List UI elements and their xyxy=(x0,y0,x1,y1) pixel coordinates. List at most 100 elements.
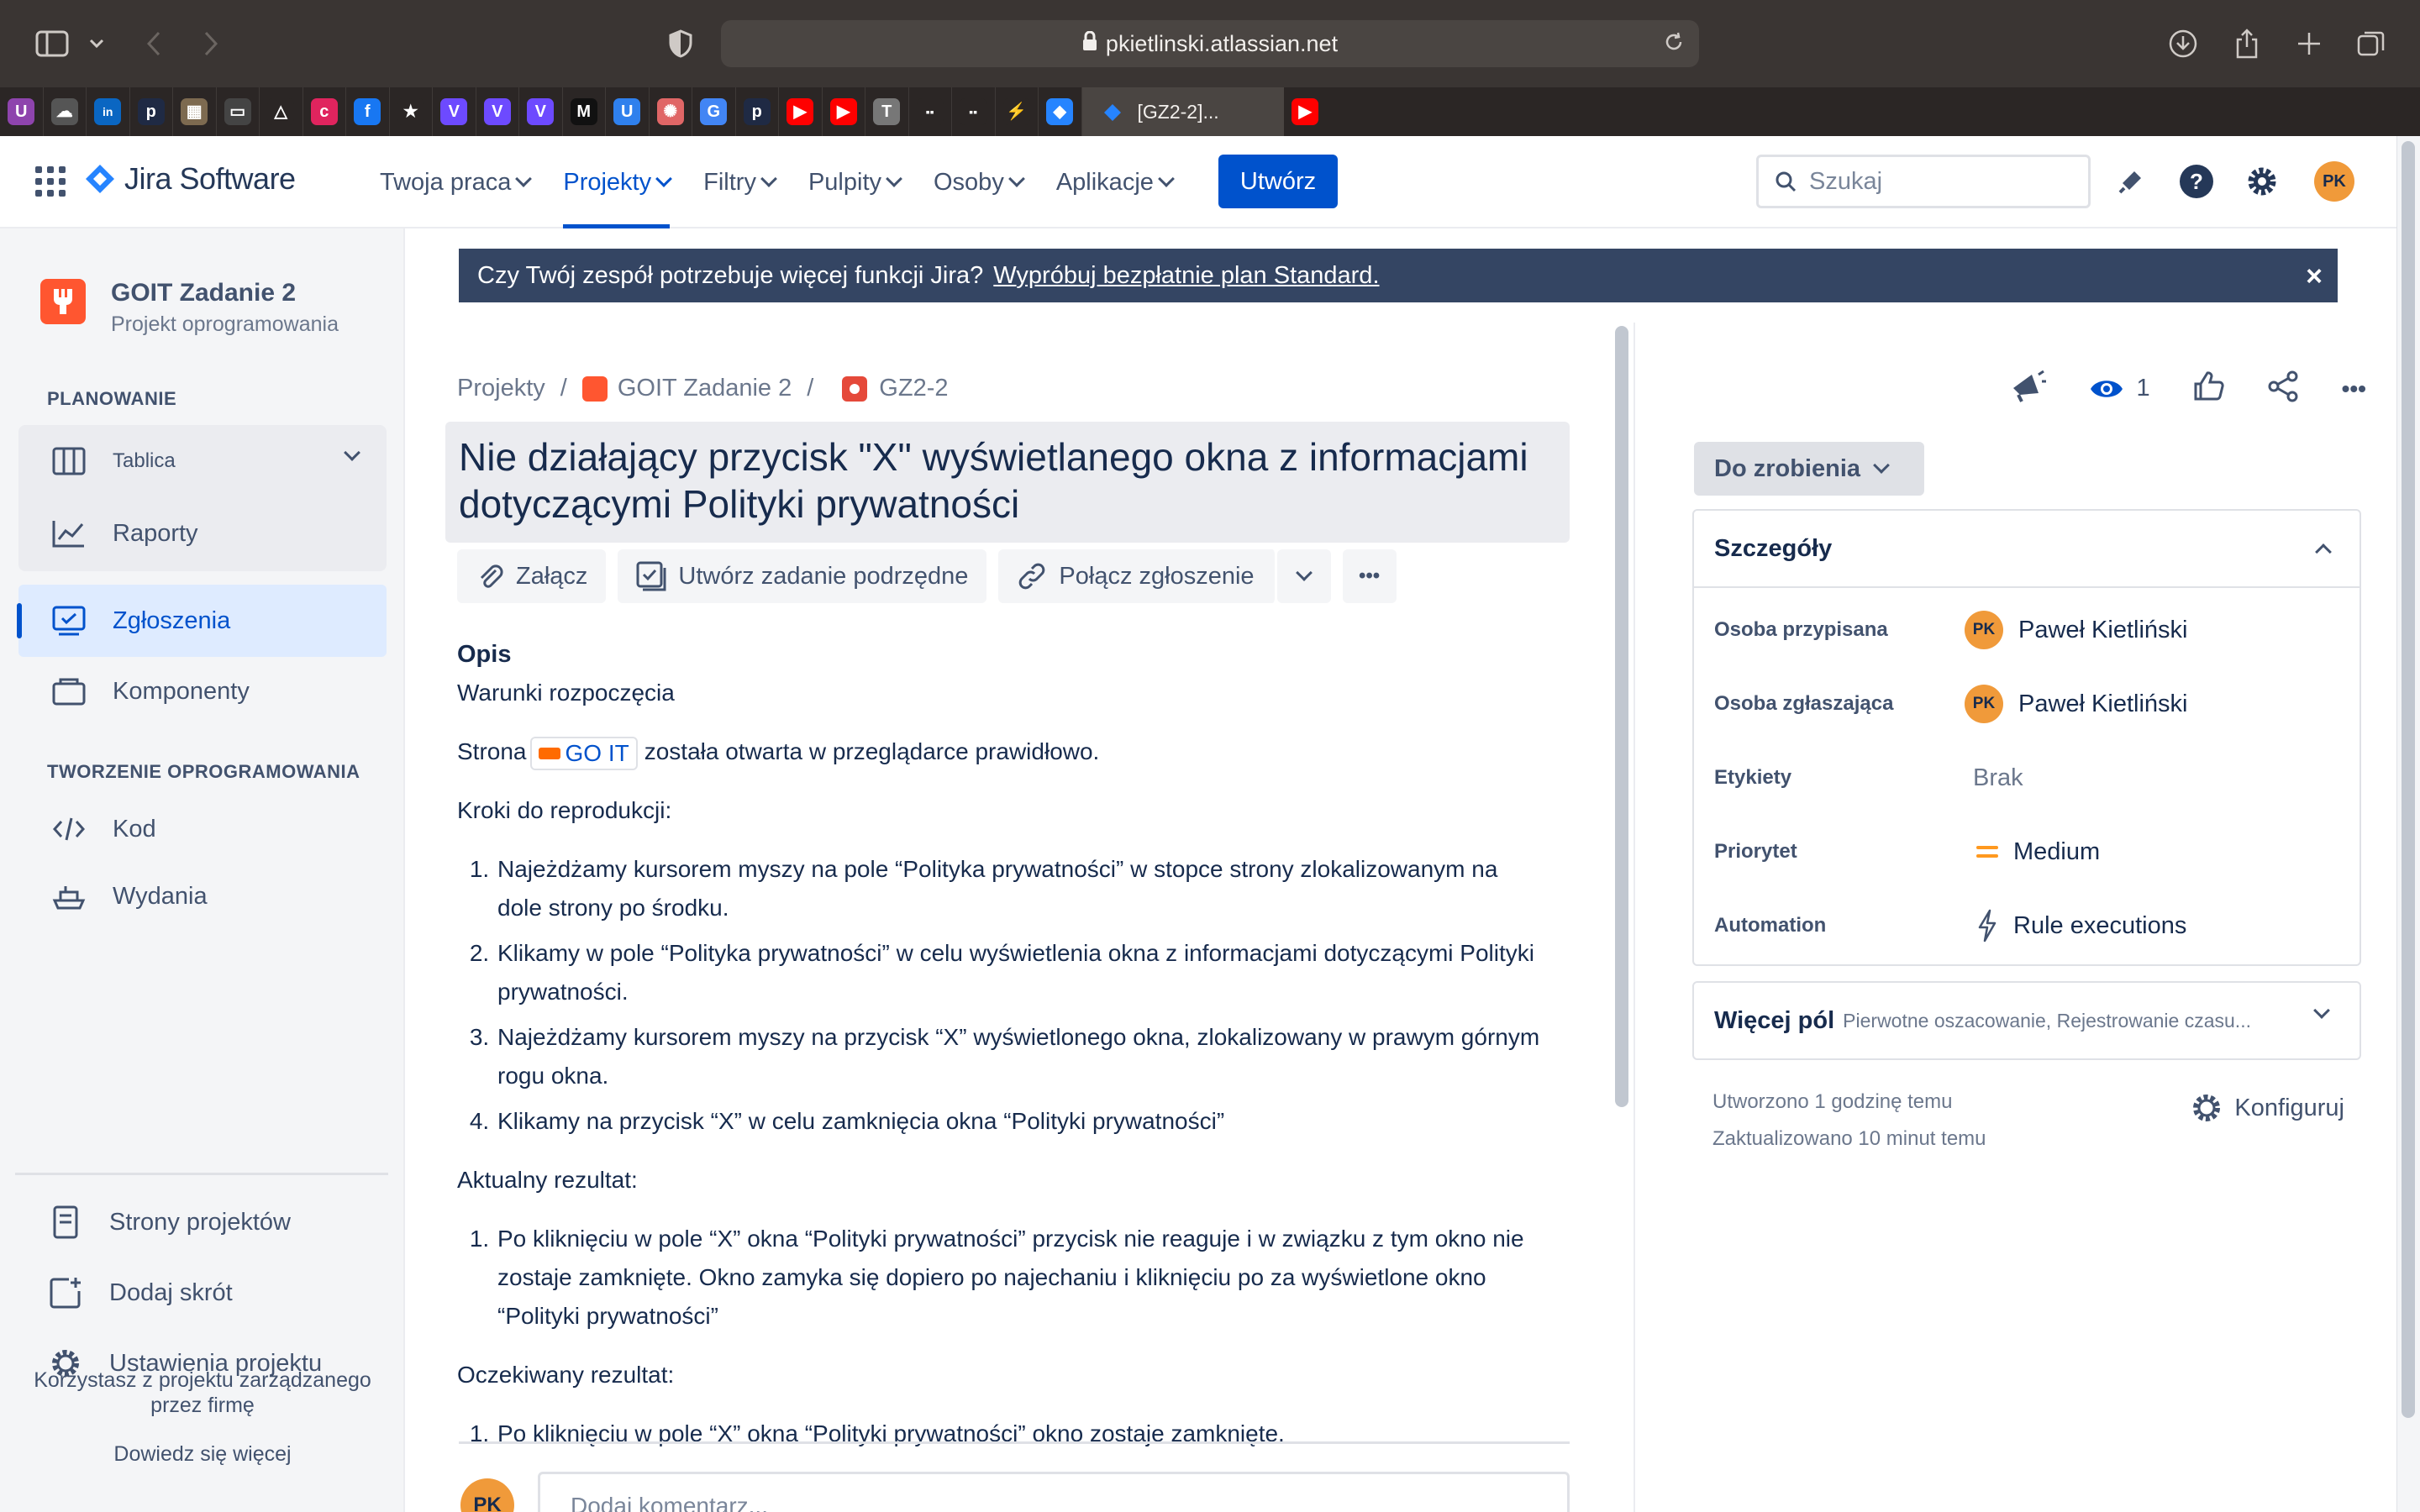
breadcrumb-projects[interactable]: Projekty xyxy=(457,375,545,402)
sidebar-item-board[interactable]: Tablica xyxy=(18,425,387,497)
create-button[interactable]: Utwórz xyxy=(1218,155,1338,208)
status-dropdown[interactable]: Do zrobienia xyxy=(1694,442,1924,496)
reporter-value[interactable]: PK Paweł Kietliński xyxy=(1965,685,2187,723)
favorite-jira-icon[interactable]: ◆ xyxy=(1039,87,1082,136)
link-issue-button[interactable]: Połącz zgłoszenie xyxy=(998,549,1277,603)
jira-logo[interactable]: Jira Software xyxy=(84,161,296,197)
tab-overview-icon[interactable] xyxy=(2353,25,2390,62)
breadcrumb-project[interactable]: GOIT Zadanie 2 xyxy=(581,375,792,402)
favorite-proton-icon[interactable]: V xyxy=(433,87,476,136)
favorite-image-icon[interactable]: ▦ xyxy=(173,87,217,136)
active-browser-tab[interactable]: [GZ2-2]... xyxy=(1081,87,1284,136)
favorite-bolt-icon[interactable]: ⚡ xyxy=(996,87,1039,136)
forward-icon[interactable] xyxy=(198,25,224,62)
issue-scrollbar-thumb[interactable] xyxy=(1615,326,1628,1107)
close-icon[interactable]: × xyxy=(2306,260,2323,293)
more-options-icon[interactable]: ••• xyxy=(2342,375,2366,402)
sidebar-item-project-pages[interactable]: Strony projektów xyxy=(18,1186,387,1258)
sidebar-item-code[interactable]: Kod xyxy=(18,793,387,865)
favorite-p-icon[interactable]: p xyxy=(130,87,173,136)
configure-button[interactable]: Konfiguruj xyxy=(2191,1092,2344,1124)
breadcrumb-issue-key[interactable]: GZ2-2 xyxy=(842,375,948,402)
link-dropdown-button[interactable] xyxy=(1276,549,1331,603)
share-icon[interactable] xyxy=(2228,25,2265,62)
favorite-triangle-icon[interactable]: △ xyxy=(260,87,303,136)
watchers-button[interactable]: 1 xyxy=(2089,375,2150,402)
search-input[interactable]: Szukaj xyxy=(1756,155,2091,208)
favorite-facebook-icon[interactable]: f xyxy=(346,87,390,136)
sidebar-item-components[interactable]: Komponenty xyxy=(18,655,387,727)
favorite-youtube-icon[interactable]: ▶ xyxy=(823,87,865,136)
browser-toolbar: pkietlinski.atlassian.net xyxy=(0,0,2420,87)
sidebar-toggle-icon[interactable] xyxy=(30,25,74,62)
favorite-proton-icon[interactable]: V xyxy=(476,87,519,136)
settings-gear-icon[interactable] xyxy=(2242,161,2282,202)
banner-link[interactable]: Wypróbuj bezpłatnie plan Standard. xyxy=(993,262,1379,290)
favorite-translate-icon[interactable]: G xyxy=(692,87,736,136)
priority-value[interactable]: Medium xyxy=(1965,838,2100,866)
favorite-m-icon[interactable]: M xyxy=(563,87,606,136)
goit-icon: ▪▪ xyxy=(960,98,987,125)
favorite-u-circle-icon[interactable]: U xyxy=(606,87,650,136)
details-header[interactable]: Szczegóły xyxy=(1694,511,2360,588)
favorite-star-icon[interactable]: ★ xyxy=(390,87,433,136)
address-bar[interactable]: pkietlinski.atlassian.net xyxy=(721,20,1699,67)
favorite-linkedin-icon[interactable]: in xyxy=(87,87,130,136)
favorite-proton-icon[interactable]: V xyxy=(519,87,563,136)
nav-filters[interactable]: Filtry xyxy=(687,136,792,228)
favorite-goit-icon[interactable]: ▪▪ xyxy=(909,87,952,136)
app-switcher-icon[interactable] xyxy=(35,166,66,197)
create-subtask-button[interactable]: Utwórz zadanie podrzędne xyxy=(618,549,987,603)
sidebar-item-add-shortcut[interactable]: Dodaj skrót xyxy=(18,1257,387,1329)
subtask-icon xyxy=(636,561,666,591)
like-thumbs-up-icon[interactable] xyxy=(2192,370,2224,407)
nav-projects[interactable]: Projekty xyxy=(546,136,687,228)
attach-button[interactable]: Załącz xyxy=(457,549,607,603)
sidebar-item-issues[interactable]: Zgłoszenia xyxy=(17,585,387,657)
notifications-icon[interactable] xyxy=(2111,161,2151,202)
favorite-p-icon[interactable]: p xyxy=(736,87,779,136)
sidebar-item-reports[interactable]: Raporty xyxy=(18,497,387,570)
labels-value[interactable]: Brak xyxy=(1965,764,2023,792)
tab-overview-chevron-icon[interactable] xyxy=(84,25,109,62)
comment-input[interactable]: Dodaj komentarz... xyxy=(538,1472,1570,1512)
favorite-goit-icon[interactable]: ▪▪ xyxy=(952,87,996,136)
feedback-megaphone-icon[interactable] xyxy=(2010,370,2047,407)
user-avatar[interactable]: PK xyxy=(2314,161,2354,202)
favorite-u-app-icon[interactable]: U xyxy=(0,87,44,136)
reload-icon[interactable] xyxy=(1662,30,1686,60)
breadcrumb-separator: / xyxy=(807,375,814,402)
favorite-tablet-icon[interactable]: ▭ xyxy=(217,87,260,136)
issue-title[interactable]: Nie działający przycisk "X" wyświetlaneg… xyxy=(445,422,1570,543)
nav-apps[interactable]: Aplikacje xyxy=(1039,136,1189,228)
favorite-openai-icon[interactable]: ✺ xyxy=(650,87,692,136)
nav-people[interactable]: Osoby xyxy=(917,136,1039,228)
learn-more-link[interactable]: Dowiedz się więcej xyxy=(0,1441,405,1467)
cloud-icon: ☁ xyxy=(50,98,78,125)
field-label: Osoba przypisana xyxy=(1714,618,1888,641)
back-icon[interactable] xyxy=(141,25,166,62)
new-tab-icon[interactable] xyxy=(2291,25,2328,62)
automation-value[interactable]: Rule executions xyxy=(1965,909,2186,942)
nav-dashboards[interactable]: Pulpity xyxy=(792,136,917,228)
help-icon[interactable]: ? xyxy=(2176,161,2217,202)
favorite-cloud-icon[interactable]: ☁ xyxy=(44,87,87,136)
chevron-down-icon[interactable] xyxy=(344,444,360,461)
issue-description[interactable]: Opis Warunki rozpoczęcia Strona GO IT zost… xyxy=(457,635,1541,1509)
nav-your-work[interactable]: Twoja praca xyxy=(363,136,546,228)
goit-inline-link[interactable]: GO IT xyxy=(529,736,638,770)
project-header[interactable]: GOIT Zadanie 2 Projekt oprogramowania xyxy=(40,279,339,337)
favorite-t-icon[interactable]: T xyxy=(865,87,909,136)
favorite-pink-app-icon[interactable]: c xyxy=(303,87,346,136)
sidebar-item-releases[interactable]: Wydania xyxy=(18,860,387,932)
downloads-icon[interactable] xyxy=(2165,25,2202,62)
favorite-youtube-icon[interactable]: ▶ xyxy=(1284,87,1328,136)
actual-title: Aktualny rezultat: xyxy=(457,1167,638,1193)
assignee-value[interactable]: PK Paweł Kietliński xyxy=(1965,611,2187,649)
more-fields-card[interactable]: Więcej pól Pierwotne oszacowanie, Rejest… xyxy=(1692,981,2361,1060)
share-icon[interactable] xyxy=(2266,370,2300,407)
page-scrollbar-thumb[interactable] xyxy=(2402,141,2415,1418)
privacy-shield-icon[interactable] xyxy=(666,25,696,62)
more-actions-button[interactable]: ••• xyxy=(1342,549,1397,603)
favorite-youtube-icon[interactable]: ▶ xyxy=(779,87,823,136)
